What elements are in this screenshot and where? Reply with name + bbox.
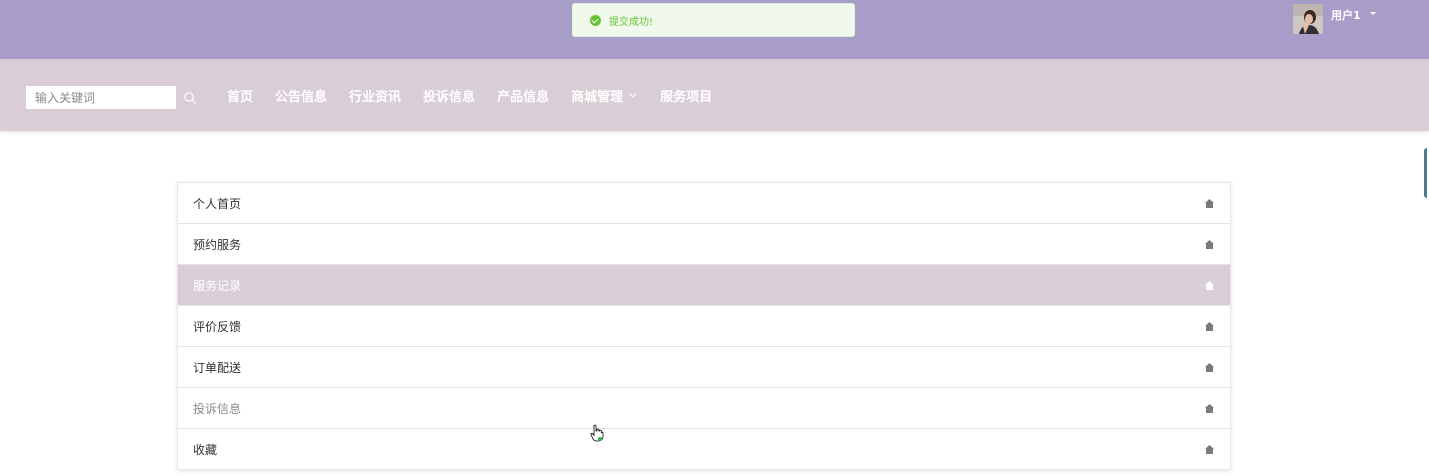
home-icon — [1205, 321, 1214, 331]
search-icon[interactable] — [183, 90, 197, 105]
menu-item-label: 预约服务 — [193, 237, 242, 252]
nav-item-home[interactable]: 首页 — [227, 86, 253, 105]
main-navbar: 首页 公告信息 行业资讯 投诉信息 产品信息 商城管理 服务项目 — [0, 59, 1429, 131]
menu-item-label: 服务记录 — [193, 278, 242, 293]
caret-down-icon[interactable] — [1369, 12, 1376, 15]
home-icon — [1205, 280, 1214, 290]
hand-cursor-icon — [590, 424, 604, 442]
nav-item-mall-management[interactable]: 商城管理 — [571, 86, 638, 105]
menu-item-complaints[interactable]: 投诉信息 — [178, 388, 1230, 429]
menu-item-favorites[interactable]: 收藏 — [178, 429, 1230, 469]
user-center-menu: 个人首页 预约服务 服务记录 评价反馈 订单配送 投诉信息 收藏 — [177, 182, 1231, 470]
nav-menu: 首页 公告信息 行业资讯 投诉信息 产品信息 商城管理 服务项目 — [227, 86, 734, 105]
nav-item-service-projects[interactable]: 服务项目 — [660, 86, 712, 105]
home-icon — [1205, 198, 1214, 208]
side-scroll-handle[interactable] — [1424, 148, 1429, 198]
menu-item-service-records[interactable]: 服务记录 — [178, 265, 1230, 306]
user-menu[interactable]: 用户1 — [1293, 4, 1376, 34]
menu-item-label: 评价反馈 — [193, 319, 242, 334]
menu-item-label: 投诉信息 — [193, 401, 242, 416]
top-bar: 提交成功! 用户1 — [0, 0, 1429, 59]
avatar[interactable] — [1293, 4, 1323, 34]
success-toast: 提交成功! — [572, 3, 855, 37]
home-icon — [1205, 403, 1214, 413]
menu-item-book-service[interactable]: 预约服务 — [178, 224, 1230, 265]
menu-item-label: 收藏 — [193, 442, 218, 457]
menu-item-order-delivery[interactable]: 订单配送 — [178, 347, 1230, 388]
nav-item-mall-management-label: 商城管理 — [571, 89, 624, 105]
home-icon — [1205, 362, 1214, 372]
chevron-down-icon — [629, 93, 637, 98]
menu-item-feedback[interactable]: 评价反馈 — [178, 306, 1230, 347]
user-name[interactable]: 用户1 — [1331, 7, 1361, 23]
check-circle-icon — [590, 14, 601, 26]
menu-item-label: 订单配送 — [193, 360, 242, 375]
nav-item-industry-news[interactable]: 行业资讯 — [349, 86, 401, 105]
nav-item-complaints[interactable]: 投诉信息 — [423, 86, 475, 105]
home-icon — [1205, 239, 1214, 249]
home-icon — [1205, 444, 1214, 454]
search-input[interactable] — [26, 86, 176, 109]
nav-item-announcements[interactable]: 公告信息 — [275, 86, 327, 105]
menu-item-personal-home[interactable]: 个人首页 — [178, 183, 1230, 224]
nav-item-products[interactable]: 产品信息 — [497, 86, 549, 105]
toast-message: 提交成功! — [609, 16, 654, 28]
menu-item-label: 个人首页 — [193, 196, 242, 211]
